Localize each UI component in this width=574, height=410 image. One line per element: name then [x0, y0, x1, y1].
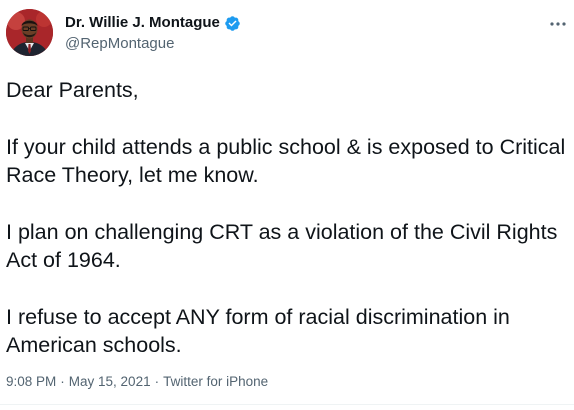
tweet-paragraph: I plan on challenging CRT as a violation… — [6, 220, 558, 272]
tweet-card: Dr. Willie J. Montague @RepMontague Dear… — [0, 0, 574, 410]
tweet-metadata: 9:08 PM · May 15, 2021 · Twitter for iPh… — [6, 373, 268, 391]
avatar[interactable] — [6, 9, 53, 56]
meta-separator: · — [60, 374, 65, 389]
more-options-icon[interactable] — [548, 14, 568, 34]
tweet-paragraph: Dear Parents, — [6, 78, 139, 102]
tweet-date[interactable]: May 15, 2021 — [69, 373, 151, 391]
divider — [0, 404, 574, 405]
author-name-row: Dr. Willie J. Montague — [65, 13, 241, 33]
tweet-source[interactable]: Twitter for iPhone — [163, 373, 268, 391]
author-display-name[interactable]: Dr. Willie J. Montague — [65, 13, 220, 33]
tweet-time[interactable]: 9:08 PM — [6, 373, 56, 391]
verified-badge-icon — [224, 15, 241, 32]
meta-separator: · — [154, 374, 160, 389]
tweet-paragraph: I refuse to accept ANY form of racial di… — [6, 305, 510, 357]
author-handle[interactable]: @RepMontague — [65, 34, 174, 54]
tweet-text: Dear Parents, If your child attends a pu… — [6, 76, 566, 388]
avatar-image — [6, 9, 53, 56]
tweet-paragraph: If your child attends a public school & … — [6, 135, 566, 187]
